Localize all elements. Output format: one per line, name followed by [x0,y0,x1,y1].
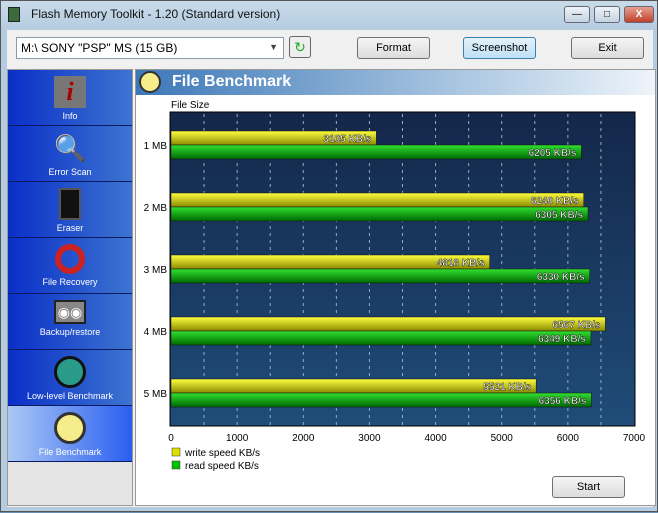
x-tick-label: 6000 [557,433,580,444]
benchmark-chart: File Size 0 1000 2000 3000 4000 5000 6000 7000 1 … [144,100,646,472]
bar-read [170,206,589,222]
bar-value-label: 5521 KB/s [483,382,531,393]
x-tick-label: 2000 [292,433,315,444]
y-tick-label: 2 MB [144,203,168,214]
bar-value-label: 3105 KB/s [324,134,372,145]
bar-read [170,330,592,346]
bar-value-label: 6305 KB/s [535,210,583,221]
bar-read [170,392,592,408]
bar-read [170,144,582,160]
y-tick-label: 5 MB [144,389,168,400]
x-tick-label: 7000 [623,433,646,444]
legend-label: read speed KB/s [185,461,259,472]
y-tick-label: 4 MB [144,327,168,338]
y-axis-label: File Size [171,100,210,111]
bar-value-label: 6205 KB/s [529,148,577,159]
y-tick-label: 3 MB [144,265,168,276]
bar-value-label: 6330 KB/s [537,272,585,283]
x-tick-label: 1000 [226,433,249,444]
bar-write [170,316,606,332]
bar-value-label: 4818 KB/s [437,258,485,269]
x-tick-label: 5000 [491,433,514,444]
start-button[interactable]: Start [552,476,625,498]
legend-swatch [171,447,181,457]
bar-value-label: 6240 KB/s [531,196,579,207]
y-tick-label: 1 MB [144,141,168,152]
x-tick-label: 4000 [424,433,447,444]
bar-read [170,268,590,284]
bar-value-label: 6567 KB/s [553,320,601,331]
bar-value-label: 6349 KB/s [538,334,586,345]
x-tick-label: 0 [168,433,174,444]
bar-write [170,192,584,208]
x-tick-label: 3000 [358,433,381,444]
legend-label: write speed KB/s [184,448,260,459]
legend-swatch [171,460,181,470]
app-window: Flash Memory Toolkit - 1.20 (Standard ve… [0,0,658,512]
bar-write [170,378,537,394]
bar-value-label: 6356 KB/s [539,396,587,407]
